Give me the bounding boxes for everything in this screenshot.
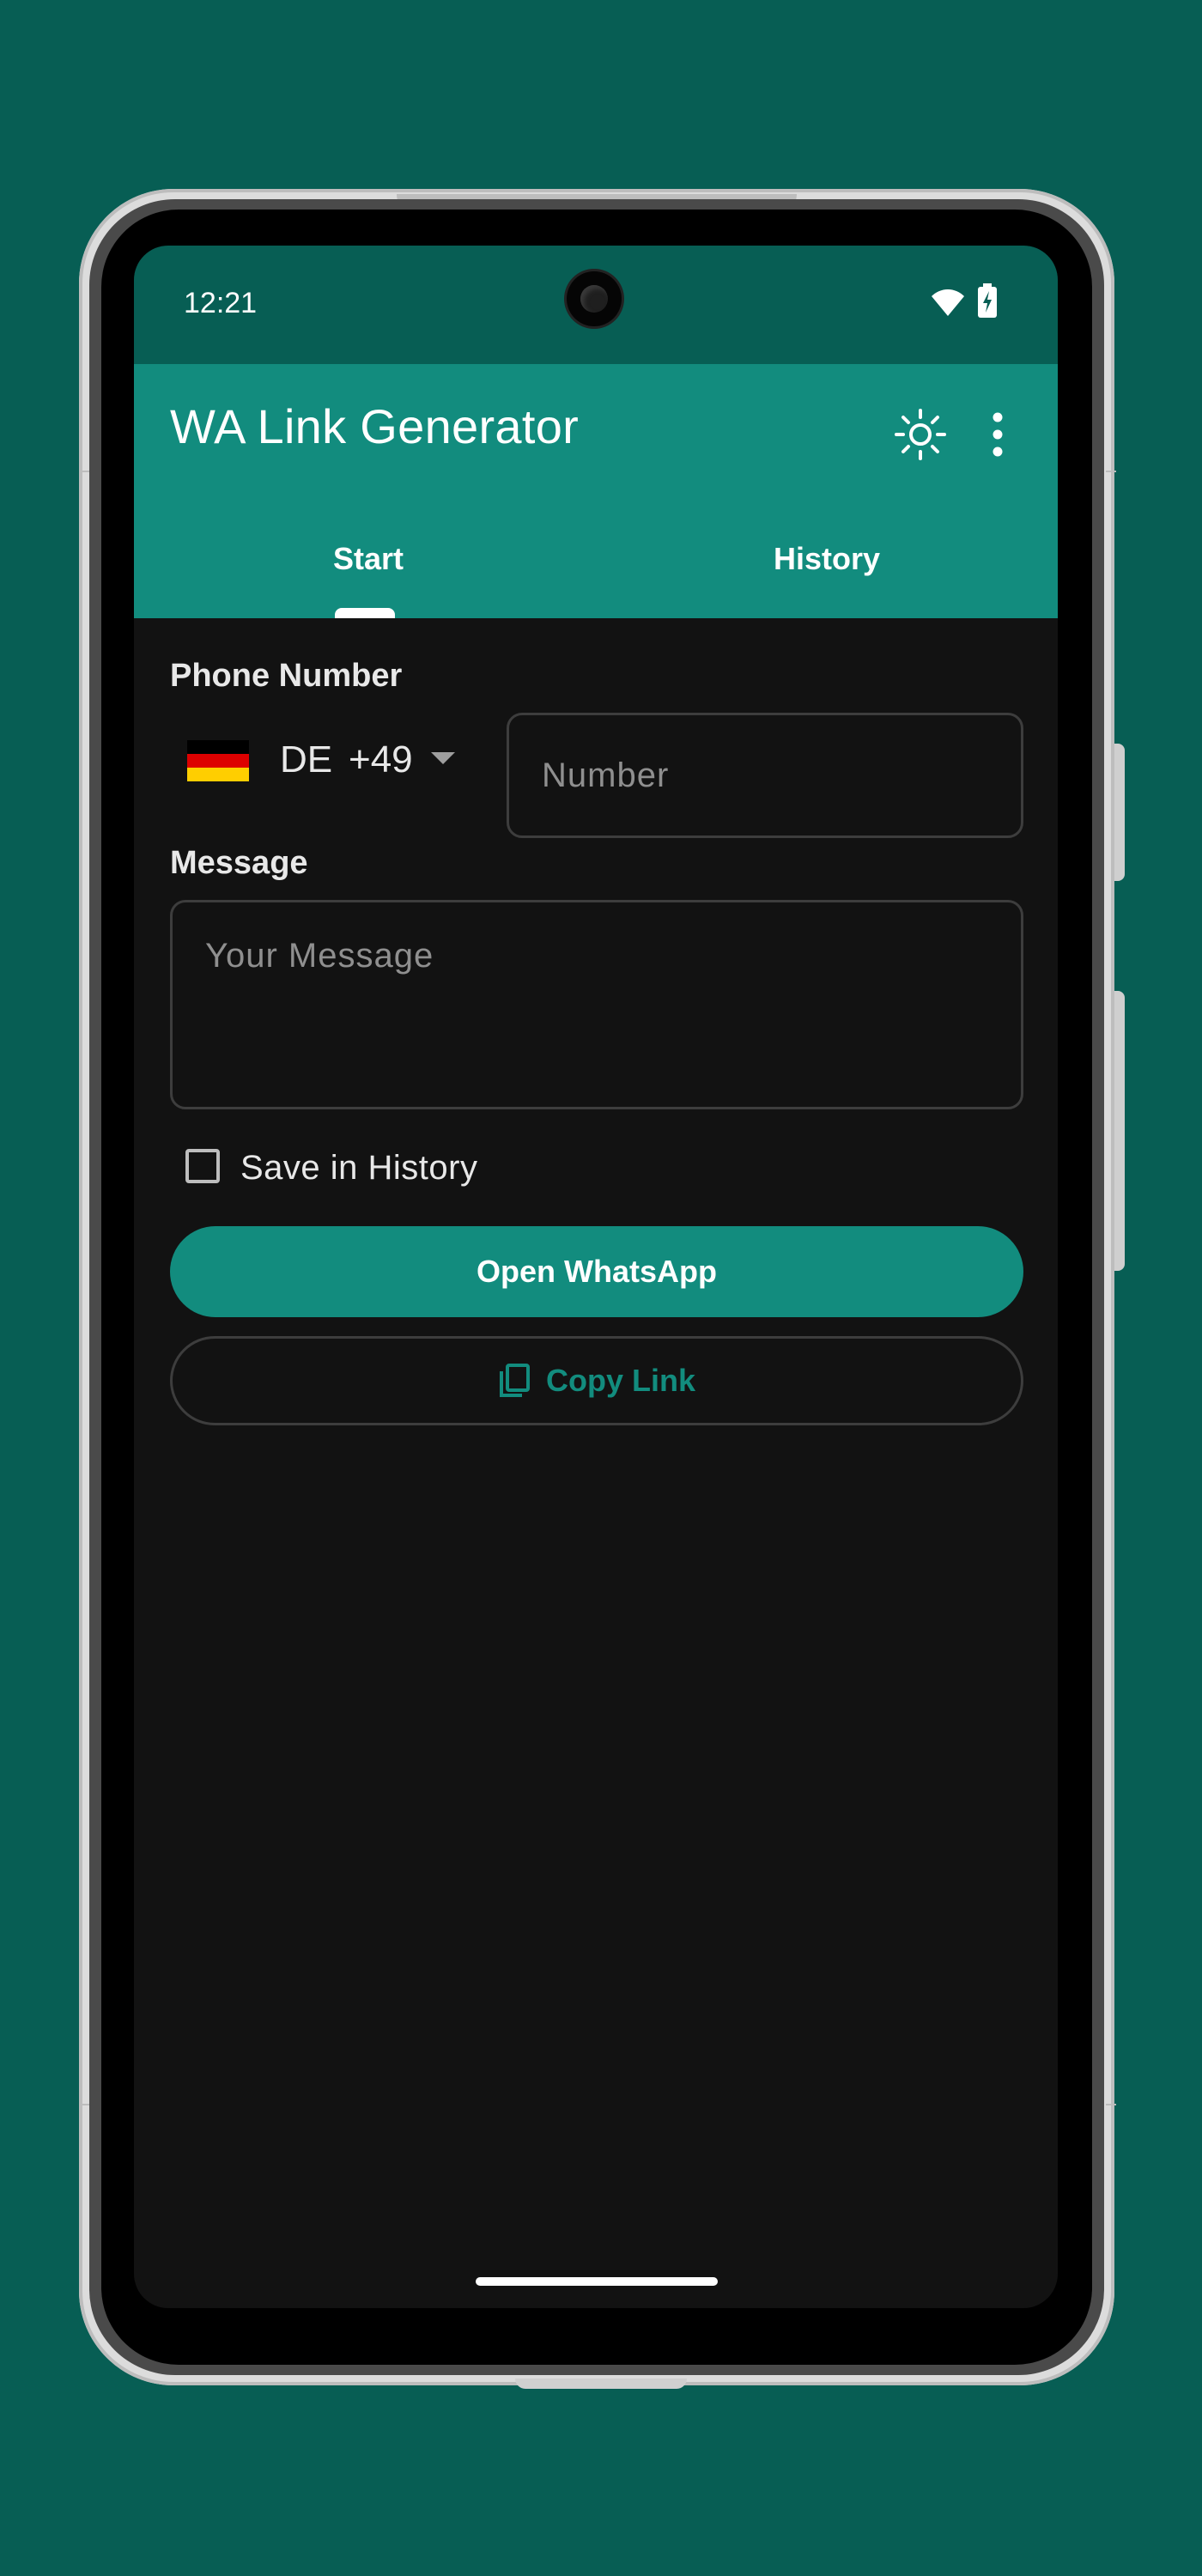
- tab-history[interactable]: History: [596, 500, 1058, 618]
- tab-bar: Start History: [134, 500, 1058, 618]
- message-field: [170, 900, 1023, 1109]
- message-input[interactable]: [205, 937, 986, 1074]
- open-whatsapp-button[interactable]: Open WhatsApp: [170, 1226, 1023, 1317]
- frame-seam: [1106, 2104, 1116, 2105]
- country-code: DE: [280, 738, 333, 781]
- phone-number-label: Phone Number: [170, 658, 403, 694]
- phone-bottom-rim: [515, 2379, 687, 2389]
- theme-toggle-icon[interactable]: [889, 404, 951, 465]
- save-history-checkbox[interactable]: [185, 1149, 220, 1183]
- power-button: [1114, 744, 1125, 881]
- status-time: 12:21: [184, 287, 258, 319]
- message-label: Message: [170, 845, 308, 881]
- status-bar: 12:21: [134, 246, 1058, 364]
- save-history-checkbox-row[interactable]: Save in History: [185, 1142, 632, 1204]
- number-field: [507, 713, 1023, 838]
- number-input[interactable]: [542, 753, 988, 798]
- tab-indicator: [335, 608, 395, 618]
- frame-seam: [79, 471, 89, 472]
- volume-button: [1114, 991, 1125, 1271]
- screen: 12:21 WA Link Generator Start History Ph…: [134, 246, 1058, 2308]
- copy-link-button[interactable]: Copy Link: [170, 1336, 1023, 1425]
- app-bar: WA Link Generator: [134, 364, 1058, 500]
- battery-charging-icon: [978, 283, 997, 318]
- copy-icon: [499, 1364, 530, 1397]
- open-whatsapp-label: Open WhatsApp: [477, 1254, 717, 1289]
- copy-link-label: Copy Link: [545, 1363, 695, 1398]
- frame-seam: [1106, 471, 1116, 472]
- germany-flag-icon: [187, 740, 249, 781]
- tab-start[interactable]: Start: [137, 500, 599, 618]
- wifi-icon: [932, 289, 964, 316]
- frame-seam: [79, 2104, 89, 2105]
- save-history-label: Save in History: [240, 1149, 478, 1187]
- front-camera: [567, 271, 622, 326]
- app-title: WA Link Generator: [170, 399, 580, 453]
- more-vert-icon[interactable]: [980, 407, 1015, 462]
- home-indicator[interactable]: [476, 2277, 718, 2286]
- dial-code: +49: [349, 738, 413, 781]
- dropdown-arrow-icon: [431, 752, 455, 764]
